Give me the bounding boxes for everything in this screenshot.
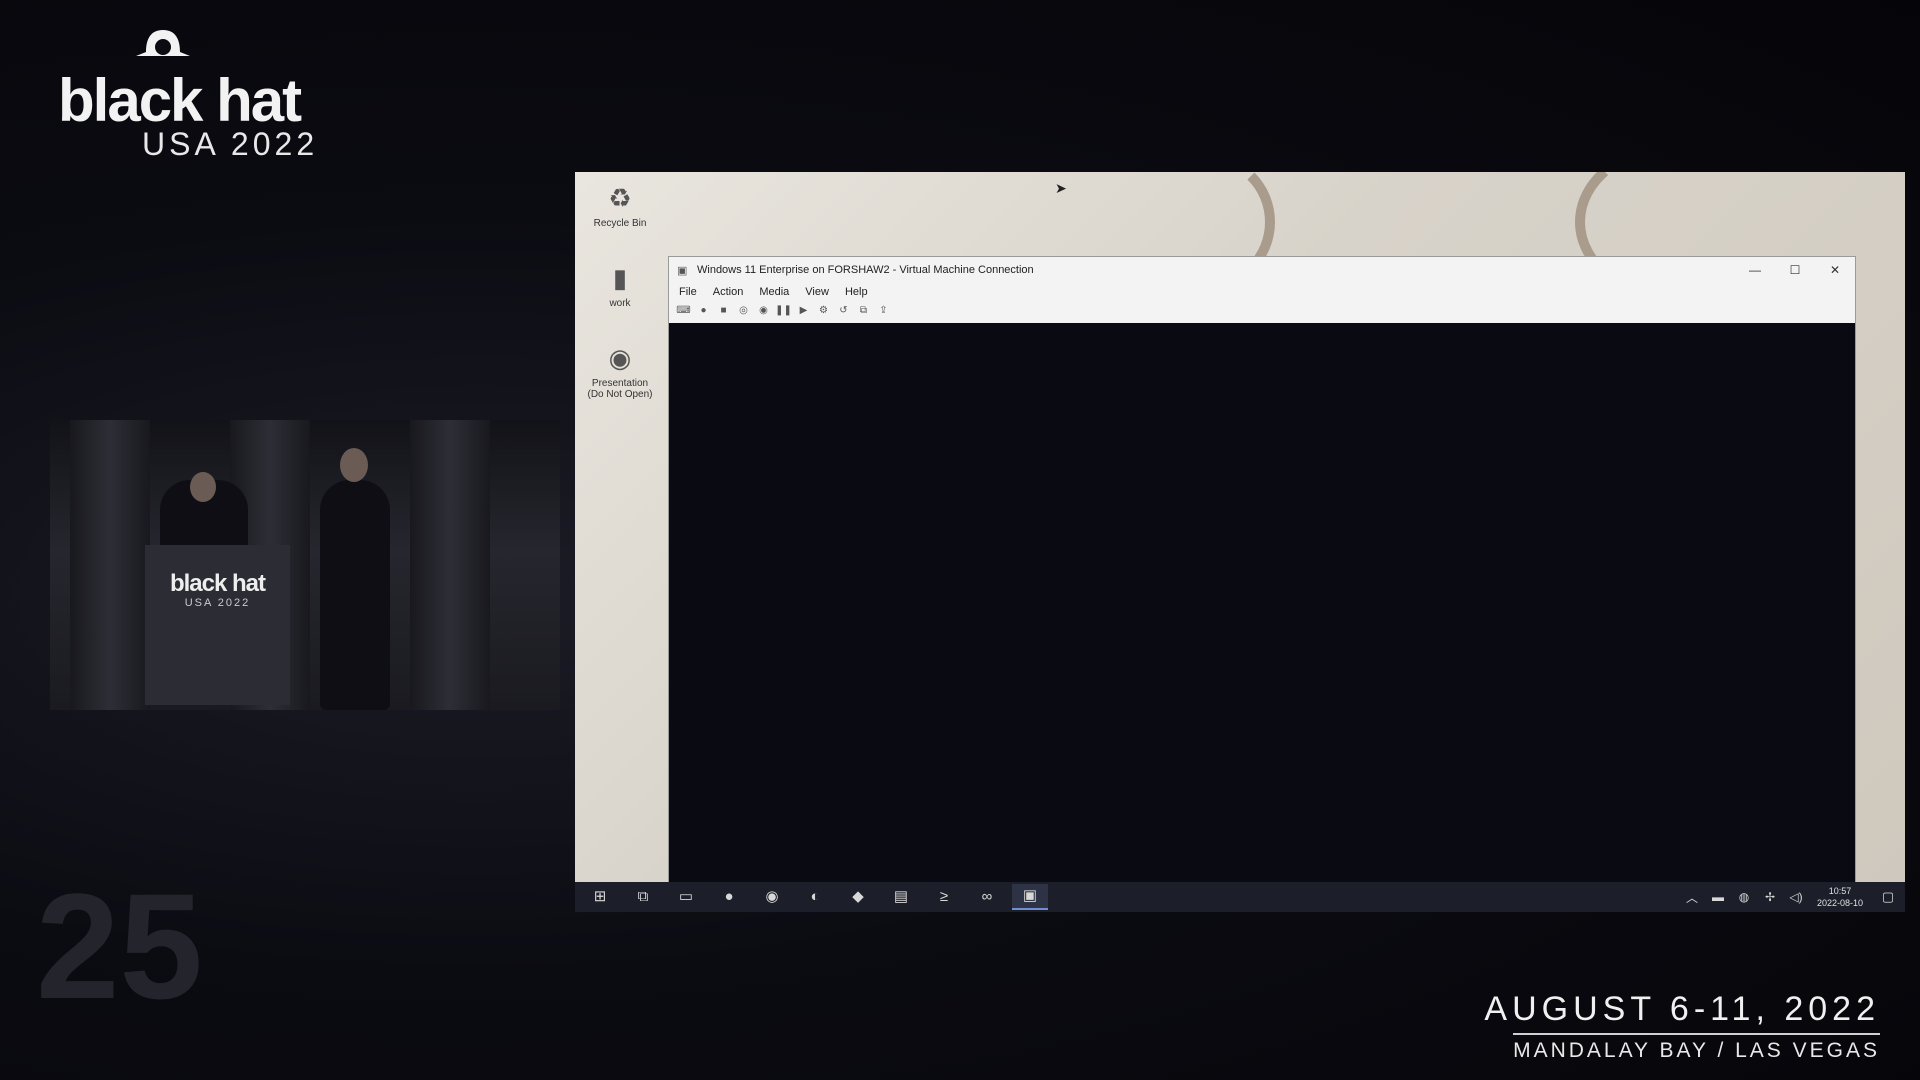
chevron-up-icon[interactable]: ︿: [1679, 889, 1705, 906]
checkpoint-icon[interactable]: ⚙: [815, 304, 832, 318]
terminal-icon[interactable]: ≥: [926, 885, 962, 909]
start-icon[interactable]: ●: [695, 304, 712, 318]
mouse-cursor-icon: ➤: [1055, 180, 1067, 196]
desktop-icon-label: Recycle Bin: [593, 218, 647, 229]
podium: black hat USA 2022: [145, 545, 290, 705]
brand-name: black hat: [58, 67, 302, 134]
clock-time: 10:57: [1828, 886, 1852, 896]
visual-studio-icon[interactable]: ∞: [969, 885, 1005, 909]
window-title: Windows 11 Enterprise on FORSHAW2 - Virt…: [697, 264, 1034, 276]
start-icon[interactable]: ⊞: [582, 885, 618, 909]
menu-action[interactable]: Action: [713, 286, 744, 298]
window-titlebar[interactable]: ▣ Windows 11 Enterprise on FORSHAW2 - Vi…: [669, 257, 1855, 283]
presenter-head: [340, 448, 368, 482]
clock[interactable]: 10:57 2022-08-10: [1809, 885, 1871, 909]
share-icon[interactable]: ⇪: [875, 304, 892, 318]
notification-icon[interactable]: ▢: [1871, 889, 1905, 905]
globe-icon[interactable]: ◍: [1731, 890, 1757, 904]
anniversary-mark: 25: [36, 862, 203, 1030]
presenter: [320, 480, 390, 710]
event-dates: AUGUST 6-11, 2022: [1484, 990, 1880, 1028]
menu-view[interactable]: View: [805, 286, 829, 298]
revert-icon[interactable]: ↺: [835, 304, 852, 318]
folder-icon: ▮: [612, 263, 628, 293]
desktop-icon-work[interactable]: ▮ work: [585, 262, 655, 309]
conference-logo: black hat USA 2022: [58, 26, 388, 162]
vm-connection-window[interactable]: ▣ Windows 11 Enterprise on FORSHAW2 - Vi…: [668, 256, 1856, 884]
package-icon[interactable]: ▤: [883, 885, 919, 909]
chrome-alt-icon[interactable]: ◉: [754, 885, 790, 909]
enhanced-session-icon[interactable]: ⧉: [855, 304, 872, 318]
curtain: [70, 420, 150, 710]
taskbar: ⊞ ⧉ ▭ ● ◉ ◐ ◆ ▤ ≥ ∞ ▣ ︿ ▬ ◍ ✢ ◁) 10:57 2…: [575, 882, 1905, 912]
system-tray: ︿ ▬ ◍ ✢ ◁) 10:57 2022-08-10 ▢: [1679, 885, 1905, 909]
wifi-icon[interactable]: ✢: [1757, 890, 1783, 904]
minimize-button[interactable]: —: [1735, 263, 1775, 277]
menu-file[interactable]: File: [679, 286, 697, 298]
resume-icon[interactable]: ▶: [795, 304, 812, 318]
maximize-button[interactable]: ☐: [1775, 263, 1815, 277]
save-icon[interactable]: ◉: [755, 304, 772, 318]
desktop-icon-recycle-bin[interactable]: ♻ Recycle Bin: [585, 182, 655, 229]
stage-camera-feed: black hat USA 2022: [50, 420, 560, 710]
hyper-v-icon[interactable]: ▣: [1012, 884, 1048, 910]
file-explorer-icon[interactable]: ▭: [668, 885, 704, 909]
clock-date: 2022-08-10: [1816, 898, 1864, 908]
remote-desktop: ➤ ♻ Recycle Bin ▮ work ◉ Presentation (D…: [575, 172, 1905, 912]
podium-edition: USA 2022: [184, 597, 251, 609]
vm-display[interactable]: [669, 323, 1855, 883]
network-icon[interactable]: ▬: [1705, 890, 1731, 904]
turn-off-icon[interactable]: ■: [715, 304, 732, 318]
git-icon[interactable]: ◆: [840, 885, 876, 909]
shutdown-icon[interactable]: ◎: [735, 304, 752, 318]
curtain: [410, 420, 490, 710]
menu-help[interactable]: Help: [845, 286, 868, 298]
vm-connection-icon: ▣: [677, 264, 688, 277]
desktop-icon-presentation[interactable]: ◉ Presentation (Do Not Open): [585, 342, 655, 400]
vm-toolbar: ⌨ ● ■ ◎ ◉ ❚❚ ▶ ⚙ ↺ ⧉ ⇪: [669, 301, 1855, 321]
chrome-icon[interactable]: ●: [711, 885, 747, 909]
desktop-icon-label: work: [609, 298, 631, 309]
menu-media[interactable]: Media: [759, 286, 789, 298]
close-button[interactable]: ✕: [1815, 263, 1855, 277]
desktop-icon-label: Presentation (Do Not Open): [587, 378, 653, 400]
pause-icon[interactable]: ❚❚: [775, 304, 792, 318]
recycle-bin-icon: ♻: [608, 183, 632, 213]
brand-edition: USA 2022: [142, 126, 319, 162]
chrome-icon: ◉: [608, 343, 632, 373]
podium-logo: black hat: [169, 570, 266, 597]
presenter-head: [190, 472, 216, 502]
menu-bar: File Action Media View Help: [669, 283, 1855, 301]
task-view-icon[interactable]: ⧉: [625, 885, 661, 909]
volume-icon[interactable]: ◁): [1783, 890, 1809, 904]
edge-icon[interactable]: ◐: [797, 885, 833, 909]
event-location: MANDALAY BAY / LAS VEGAS: [1513, 1033, 1880, 1063]
ctrl-alt-del-icon[interactable]: ⌨: [675, 304, 692, 318]
